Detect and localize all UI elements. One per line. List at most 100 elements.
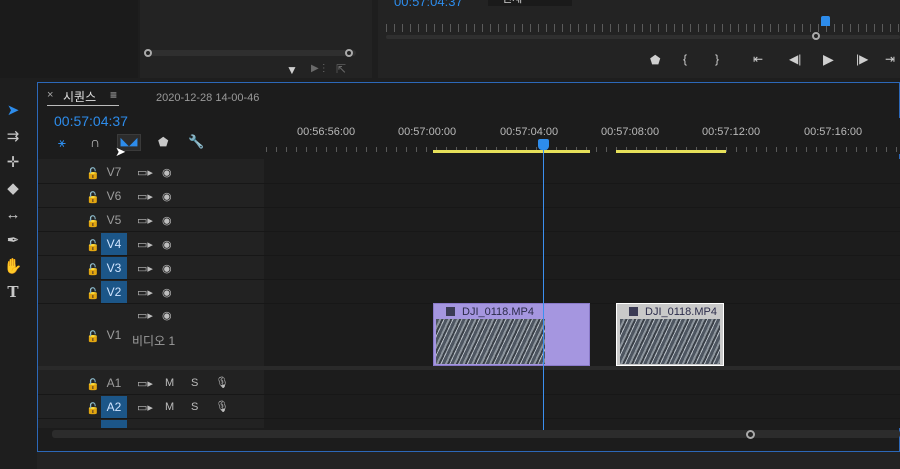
track-label-v2[interactable]: V2 [101,281,127,303]
eye-icon[interactable]: ◉ [162,166,172,179]
track-label-v4[interactable]: V4 [101,233,127,255]
microphone-icon[interactable]: 🎙 [215,376,229,389]
track-label-v3[interactable]: V3 [101,257,127,279]
track-lock-icon[interactable]: 🔓 [86,167,100,180]
eye-icon[interactable]: ◉ [162,238,172,251]
sync-lock-icon[interactable]: ▭▸ [137,190,153,203]
project-panel [0,0,138,78]
nest-toggle-icon[interactable]: ⚹ [58,135,66,151]
sync-lock-icon[interactable]: ▭▸ [137,238,153,251]
bin-scrollbar[interactable] [146,50,356,56]
new-bin-icon[interactable]: ⇱ [336,62,346,76]
mark-out-icon[interactable]: } [715,52,719,66]
add-marker-icon[interactable]: ⬟ [650,53,660,67]
video-clip[interactable]: DJI_0118.MP4 [433,303,590,366]
microphone-icon[interactable]: 🎙 [215,400,229,413]
mute-button[interactable]: M [165,377,174,389]
program-timecode[interactable]: 00:57:04:37 [394,0,463,9]
fit-dropdown[interactable]: 전체 [488,0,572,6]
track-lock-icon[interactable]: 🔓 [86,239,100,252]
sync-lock-icon[interactable]: ▭▸ [137,309,153,322]
track-label-v1[interactable]: V1 [101,324,127,346]
track-lock-icon[interactable]: 🔓 [86,402,100,415]
sync-lock-icon[interactable]: ▭▸ [137,401,153,414]
add-marker-icon-timeline[interactable]: ⬟ [158,135,168,149]
track-select-tool-icon[interactable]: ⇉ [4,127,22,145]
hand-tool-icon[interactable]: ✋ [4,257,23,275]
playhead-handle[interactable] [538,139,549,150]
tab-menu-icon[interactable]: ≡ [110,88,117,102]
step-back-icon[interactable]: ◀| [789,52,801,66]
snap-icon[interactable]: ∩ [90,134,100,150]
video-clip-selected[interactable]: DJI_0118.MP4 [616,303,724,366]
track-divider [38,418,900,419]
audio-track-area [264,370,900,428]
track-lock-icon[interactable]: 🔓 [86,287,100,300]
go-to-out-icon[interactable]: ⇥ [885,52,895,66]
wrench-settings-icon[interactable]: 🔧 [188,134,204,150]
track-lock-icon[interactable]: 🔓 [86,378,100,391]
render-bar-segment [616,150,726,153]
monitor-zoom-bar[interactable] [386,35,900,39]
tools-panel: ➤ ⇉ ✛ ◆ ↔ ✒ ✋ T [0,98,26,308]
mouse-cursor-icon: ➤ [115,144,126,159]
type-tool-icon[interactable]: T [4,283,22,301]
eye-icon[interactable]: ◉ [162,286,172,299]
scroll-knob-left[interactable] [144,49,152,57]
step-forward-icon[interactable]: |▶ [856,52,868,66]
sequence-tab-title[interactable]: 시퀀스 [63,88,96,105]
sync-lock-icon[interactable]: ▭▸ [137,286,153,299]
sync-lock-icon[interactable]: ▭▸ [137,262,153,275]
track-label-a2[interactable]: A2 [101,396,127,418]
mark-in-icon[interactable]: { [683,52,687,66]
timeline-timecode[interactable]: 00:57:04:37 [54,113,128,129]
eye-icon[interactable]: ◉ [162,309,172,322]
track-label-partial[interactable] [101,420,127,428]
track-name[interactable]: 비디오 1 [132,332,175,349]
clip-thumbnail [620,319,720,364]
track-lock-icon[interactable]: 🔓 [86,330,100,343]
eye-icon[interactable]: ◉ [162,262,172,275]
program-monitor: 00:57:04:37 전체 ⬟ { } ⇤ ◀| ▶ |▶ ⇥ [378,0,900,78]
track-divider [38,279,900,280]
tab-close-icon[interactable]: × [47,89,53,101]
eye-icon[interactable]: ◉ [162,190,172,203]
track-label-v6[interactable]: V6 [101,185,127,207]
track-label-v5[interactable]: V5 [101,209,127,231]
zoom-knob[interactable] [812,32,820,40]
ripple-edit-tool-icon[interactable]: ✛ [4,153,22,171]
clip-name: DJI_0118.MP4 [645,306,717,318]
sync-lock-icon[interactable]: ▭▸ [137,166,153,179]
scroll-knob-right[interactable] [345,49,353,57]
track-divider [38,183,900,184]
filter-icon[interactable]: ▼ [286,63,298,77]
track-label-a1[interactable]: A1 [101,372,127,394]
track-lock-icon[interactable]: 🔓 [86,191,100,204]
fx-badge-icon [629,307,638,316]
ruler-label: 00:57:16:00 [804,126,863,138]
fx-badge-icon [446,307,455,316]
track-lock-icon[interactable]: 🔓 [86,215,100,228]
media-browser-panel: ▼ ▶⋮ ⇱ [140,0,372,78]
eye-icon[interactable]: ◉ [162,214,172,227]
playhead-line[interactable] [543,150,544,430]
track-divider [38,255,900,256]
pen-tool-icon[interactable]: ✒ [4,231,22,249]
zoom-scrollbar-knob[interactable] [746,430,755,439]
play-icon[interactable]: ▶ [823,51,834,68]
automate-icon[interactable]: ▶⋮ [311,63,329,74]
razor-tool-icon[interactable]: ◆ [4,179,22,197]
timeline-zoom-scrollbar[interactable] [52,430,900,438]
monitor-playhead[interactable] [821,16,830,26]
track-label-v7[interactable]: V7 [101,161,127,183]
slip-tool-icon[interactable]: ↔ [4,205,22,223]
sync-lock-icon[interactable]: ▭▸ [137,377,153,390]
ruler-label: 00:57:00:00 [398,126,457,138]
mute-button[interactable]: M [165,401,174,413]
go-to-in-icon[interactable]: ⇤ [753,52,763,66]
selection-tool-icon[interactable]: ➤ [4,101,22,119]
sync-lock-icon[interactable]: ▭▸ [137,214,153,227]
solo-button[interactable]: S [191,401,198,413]
solo-button[interactable]: S [191,377,198,389]
track-lock-icon[interactable]: 🔓 [86,263,100,276]
